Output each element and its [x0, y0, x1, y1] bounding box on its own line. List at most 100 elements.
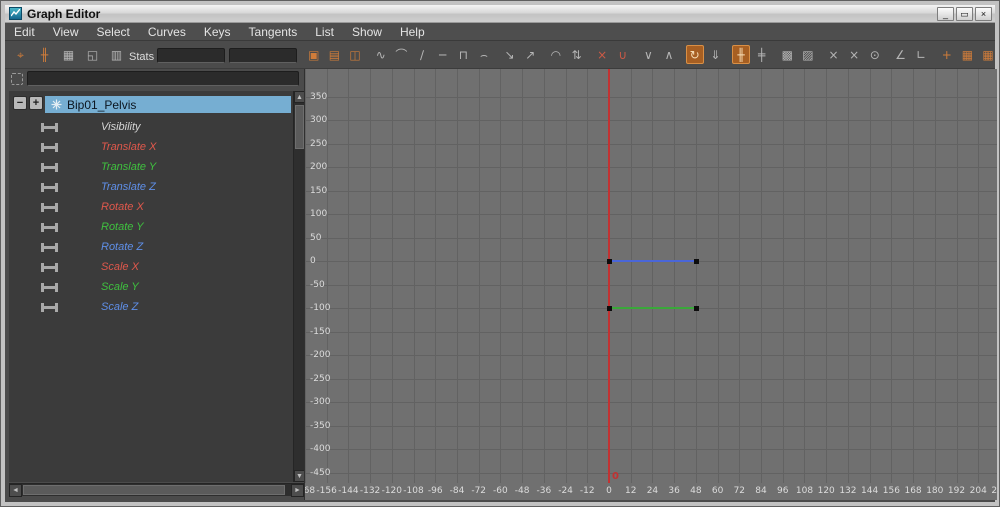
unify-tangents-icon: ∪: [618, 49, 627, 61]
scroll-right-icon[interactable]: ►: [291, 484, 304, 497]
maximize-button[interactable]: ▭: [956, 7, 973, 21]
stacked-view-button[interactable]: ▤: [326, 45, 344, 64]
menu-list[interactable]: List: [306, 24, 343, 40]
gridline: [305, 214, 997, 215]
insert-keys-tool-button[interactable]: ╫: [35, 45, 54, 64]
spline-tangents-icon: ∿: [376, 49, 386, 61]
normalized-view-button[interactable]: ◫: [346, 45, 364, 64]
menu-edit[interactable]: Edit: [5, 24, 44, 40]
load-graphed-objects-button[interactable]: ⇓: [707, 45, 725, 64]
dope-sheet-button[interactable]: ▦: [959, 45, 977, 64]
channel-row-scale-z[interactable]: Scale Z: [9, 297, 281, 317]
collapse-all-button[interactable]: −: [13, 96, 27, 110]
menu-select[interactable]: Select: [87, 24, 138, 40]
plateau-tangents-button[interactable]: ⌢: [475, 45, 493, 64]
x-tick-label: 108: [796, 486, 813, 496]
value-snap-button[interactable]: ╪: [753, 45, 771, 64]
lattice-deform-keys-tool-button[interactable]: ▦: [59, 45, 78, 64]
outliner-vertical-scrollbar[interactable]: ▲ ▼: [293, 91, 304, 482]
menu-view[interactable]: View: [44, 24, 88, 40]
template-channel-button[interactable]: ▩: [778, 45, 796, 64]
step-tangents-button[interactable]: ⊓: [454, 45, 472, 64]
y-tick-label: -50: [310, 280, 325, 290]
menu-curves[interactable]: Curves: [139, 24, 195, 40]
y-tick-label: -200: [310, 350, 330, 360]
trax-editor-button[interactable]: ▦: [979, 45, 997, 64]
stacked-view-icon: ▤: [329, 49, 340, 61]
key-point[interactable]: [607, 306, 612, 311]
graph-area[interactable]: -168-156-144-132-120-108-96-84-72-60-48-…: [304, 69, 997, 500]
channel-row-scale-y[interactable]: Scale Y: [9, 277, 281, 297]
close-button[interactable]: ×: [975, 7, 992, 21]
channel-row-visibility[interactable]: Visibility: [9, 117, 281, 137]
move-nearest-picked-key-tool-button[interactable]: ⌖: [11, 45, 30, 64]
channel-label: Scale Z: [101, 301, 138, 313]
break-tangents-button[interactable]: ×: [593, 45, 611, 64]
mute-channel-button[interactable]: ×: [825, 45, 843, 64]
green-curve[interactable]: [609, 307, 696, 309]
channel-row-translate-y[interactable]: Translate Y: [9, 157, 281, 177]
menu-help[interactable]: Help: [391, 24, 434, 40]
expand-all-button[interactable]: +: [29, 96, 43, 110]
channel-row-scale-x[interactable]: Scale X: [9, 257, 281, 277]
x-tick-label: 12: [625, 486, 636, 496]
key-point[interactable]: [694, 306, 699, 311]
absolute-view-icon: ▣: [308, 49, 319, 61]
gridline: [305, 144, 997, 145]
y-tick-label: -350: [310, 421, 330, 431]
absolute-view-button[interactable]: ▣: [305, 45, 323, 64]
filter-icon[interactable]: [11, 73, 23, 85]
titlebar[interactable]: Graph Editor _ ▭ ×: [5, 5, 995, 23]
x-tick-label: -24: [558, 486, 573, 496]
key-point[interactable]: [607, 259, 612, 264]
linear-tangents-button[interactable]: ∕: [413, 45, 431, 64]
time-snap-button[interactable]: ╫: [732, 45, 750, 64]
outliner-horizontal-scrollbar[interactable]: ◄ ►: [9, 483, 304, 496]
gridline: [305, 97, 997, 98]
menu-keys[interactable]: Keys: [195, 24, 240, 40]
menu-tangents[interactable]: Tangents: [240, 24, 307, 40]
buffer-curve-snapshot-button[interactable]: ◠: [547, 45, 565, 64]
stats-value-field[interactable]: [229, 48, 297, 63]
untemplate-channel-button[interactable]: ▨: [799, 45, 817, 64]
gridline: [544, 69, 545, 483]
selected-node-row[interactable]: Bip01_Pelvis: [45, 96, 291, 113]
gridline: [305, 167, 997, 168]
retime-tool-button[interactable]: ▥: [107, 45, 126, 64]
flat-tangents-button[interactable]: ─: [434, 45, 452, 64]
y-tick-label: -100: [310, 303, 330, 313]
move-key-tool-button[interactable]: +: [938, 45, 956, 64]
key-point[interactable]: [694, 259, 699, 264]
menu-show[interactable]: Show: [343, 24, 391, 40]
free-tangent-weight-button[interactable]: ∨: [640, 45, 658, 64]
blue-curve[interactable]: [609, 260, 696, 262]
vertical-scroll-thumb[interactable]: [295, 105, 304, 149]
default-in-tangent-button[interactable]: ↘: [501, 45, 519, 64]
scroll-left-icon[interactable]: ◄: [9, 484, 22, 497]
isolate-curve-button[interactable]: ⊙: [866, 45, 884, 64]
minimize-button[interactable]: _: [937, 7, 954, 21]
channel-row-rotate-z[interactable]: Rotate Z: [9, 237, 281, 257]
tangent-angle-button[interactable]: ∟: [912, 45, 930, 64]
horizontal-scroll-thumb[interactable]: [23, 485, 285, 495]
auto-load-graph-button[interactable]: ↻: [686, 45, 704, 64]
step-tangents-icon: ⊓: [459, 49, 468, 61]
clamped-tangents-button[interactable]: ⌒: [393, 45, 411, 64]
region-keys-tool-button[interactable]: ◱: [83, 45, 102, 64]
swap-buffer-curves-button[interactable]: ⇅: [568, 45, 586, 64]
default-out-tangent-button[interactable]: ↗: [521, 45, 539, 64]
unify-tangents-button[interactable]: ∪: [614, 45, 632, 64]
unmute-channel-button[interactable]: ×: [845, 45, 863, 64]
stats-time-field[interactable]: [157, 48, 225, 63]
lock-tangent-weight-button[interactable]: ∧: [660, 45, 678, 64]
open-tangent-angle-button[interactable]: ∠: [892, 45, 910, 64]
channel-row-translate-x[interactable]: Translate X: [9, 137, 281, 157]
current-time-indicator[interactable]: [608, 69, 610, 483]
channel-row-translate-z[interactable]: Translate Z: [9, 177, 281, 197]
outliner-filter-field[interactable]: [27, 71, 299, 86]
spline-tangents-button[interactable]: ∿: [372, 45, 390, 64]
current-time-label: 0: [612, 471, 619, 482]
channel-label: Rotate Y: [101, 221, 144, 233]
channel-row-rotate-y[interactable]: Rotate Y: [9, 217, 281, 237]
channel-row-rotate-x[interactable]: Rotate X: [9, 197, 281, 217]
